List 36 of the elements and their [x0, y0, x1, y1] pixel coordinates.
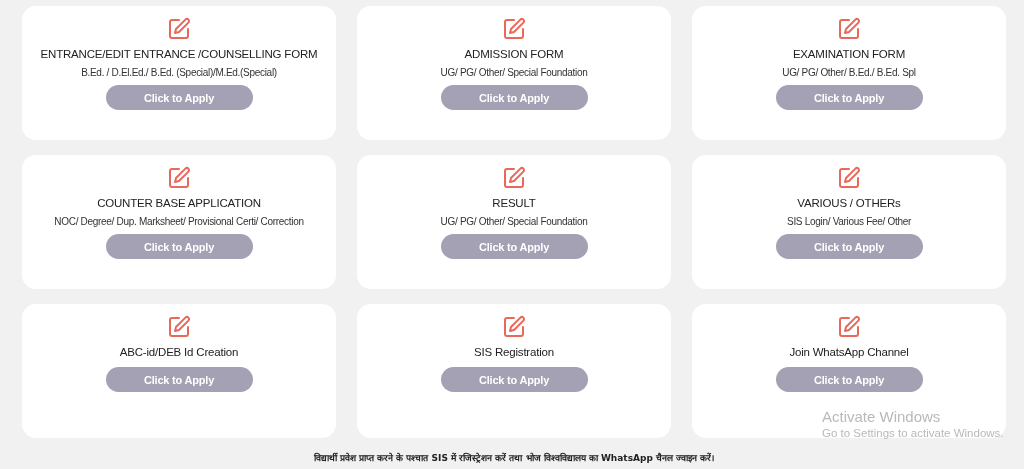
card-title: SIS Registration — [474, 346, 554, 358]
card-title: ABC-id/DEB Id Creation — [119, 346, 239, 358]
card-title: COUNTER BASE APPLICATION — [97, 197, 261, 209]
edit-icon — [167, 315, 191, 339]
edit-icon — [837, 166, 861, 190]
apply-button[interactable]: Click to Apply — [440, 85, 588, 110]
apply-button[interactable]: Click to Apply — [105, 234, 253, 259]
card-subtitle: B.Ed. / D.El.Ed./ B.Ed. (Special)/M.Ed.(Special) — [81, 67, 277, 78]
card-subtitle: NOC/ Degree/ Dup. Marksheet/ Provisional Certi/ Correction — [54, 216, 304, 227]
card-title: RESULT — [492, 197, 536, 209]
apply-button[interactable]: Click to Apply — [775, 85, 923, 110]
apply-button[interactable]: Click to Apply — [105, 85, 253, 110]
card-subtitle: UG/ PG/ Other/ Special Foundation — [440, 67, 588, 78]
card-title: EXAMINATION FORM — [792, 48, 906, 60]
card-subtitle: UG/ PG/ Other/ B.Ed./ B.Ed. Spl — [782, 67, 916, 78]
card-title: ADMISSION FORM — [464, 48, 564, 60]
activation-subtitle: Go to Settings to activate Windows. — [822, 427, 1004, 439]
card-subtitle: SIS Login/ Various Fee/ Other — [787, 216, 911, 227]
edit-icon — [502, 17, 526, 41]
card-subtitle: UG/ PG/ Other/ Special Foundation — [440, 216, 588, 227]
activation-title: Activate Windows — [822, 408, 942, 425]
apply-button[interactable]: Click to Apply — [440, 234, 588, 259]
edit-icon — [837, 17, 861, 41]
edit-icon — [502, 315, 526, 339]
card-title: Join WhatsApp Channel — [789, 346, 909, 358]
apply-button[interactable]: Click to Apply — [775, 367, 923, 392]
card-title: ENTRANCE/EDIT ENTRANCE /COUNSELLING FORM — [40, 48, 318, 60]
edit-icon — [502, 166, 526, 190]
edit-icon — [167, 17, 191, 41]
notice-text: विद्यार्थी प्रवेश प्राप्त करने के पश्चात SIS में रजिस्ट्रेशन करें तथा भोज विश्वविद्यालय का WhatsApp चैनल ज्वाइन करें। — [313, 451, 715, 464]
apply-button[interactable]: Click to Apply — [775, 234, 923, 259]
edit-icon — [837, 315, 861, 339]
apply-button[interactable]: Click to Apply — [440, 367, 588, 392]
edit-icon — [167, 166, 191, 190]
card-title: VARIOUS / OTHERs — [797, 197, 901, 209]
apply-button[interactable]: Click to Apply — [105, 367, 253, 392]
